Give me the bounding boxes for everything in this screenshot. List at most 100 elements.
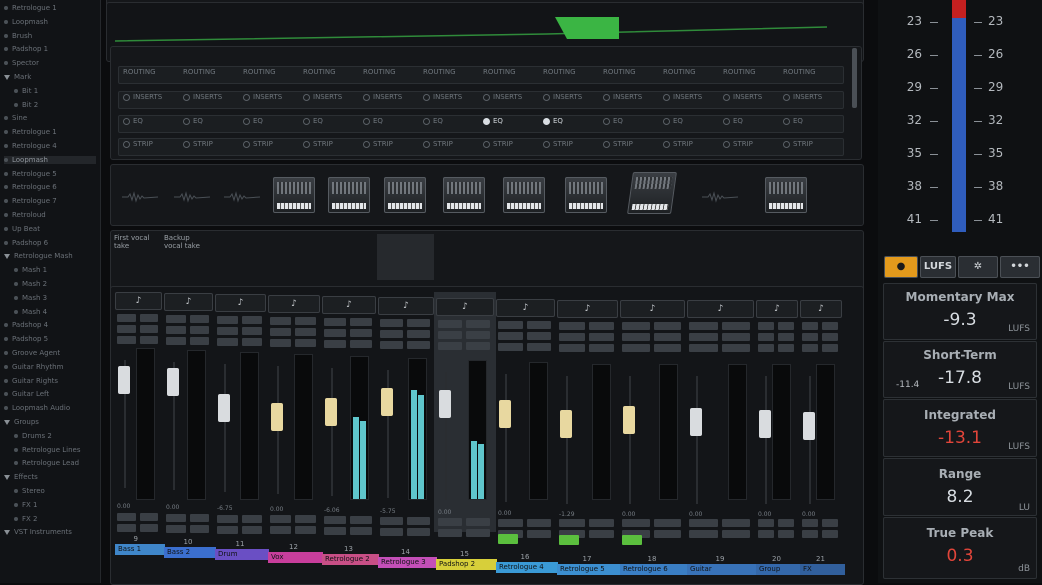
enable-radio-icon[interactable] [603, 117, 610, 125]
channel-button[interactable] [380, 319, 403, 327]
channel-color-name[interactable]: Vox [268, 551, 323, 563]
tree-item[interactable]: Retrologue 1 [4, 4, 57, 12]
tree-item[interactable]: Effects [4, 473, 38, 481]
strip-cell[interactable]: STRIP [363, 140, 393, 148]
expand-triangle-icon[interactable] [4, 419, 10, 425]
enable-radio-icon[interactable] [603, 93, 610, 101]
channel-button[interactable] [822, 530, 838, 539]
enable-radio-icon[interactable] [723, 93, 730, 101]
rack-scrollbar[interactable] [852, 48, 857, 108]
channel-button[interactable] [407, 341, 430, 349]
channel-button[interactable] [802, 519, 818, 528]
inserts-cell[interactable]: INSERTS [603, 93, 642, 101]
channel-button[interactable] [653, 322, 681, 330]
enable-radio-icon[interactable] [663, 140, 670, 148]
channel-button[interactable] [802, 333, 818, 341]
strip-cell[interactable]: STRIP [123, 140, 153, 148]
channel-button[interactable] [498, 343, 523, 351]
inserts-cell[interactable]: INSERTS [663, 93, 702, 101]
tree-item[interactable]: Retrologue 5 [4, 170, 57, 178]
channel-button[interactable] [189, 524, 209, 533]
channel-button[interactable] [466, 342, 490, 350]
tree-item[interactable]: FX 2 [14, 515, 38, 523]
eq-cell[interactable]: EQ [603, 117, 623, 125]
enable-radio-icon[interactable] [363, 93, 370, 101]
channel-button[interactable] [380, 517, 403, 525]
strip-cell[interactable]: STRIP [183, 140, 213, 148]
channel-button[interactable] [778, 322, 794, 330]
channel-button[interactable] [295, 339, 316, 347]
channel-button[interactable] [241, 316, 262, 324]
enable-radio-icon[interactable] [243, 93, 250, 101]
channel-color-name[interactable]: Retrologue 2 [322, 554, 379, 565]
volume-fader[interactable] [803, 412, 815, 440]
inserts-cell[interactable]: INSERTS [543, 93, 582, 101]
channel-button[interactable] [117, 513, 136, 521]
tree-item[interactable]: Padshop 5 [4, 335, 48, 343]
enable-radio-icon[interactable] [543, 117, 550, 125]
notepad-text[interactable]: Backup vocal take [164, 234, 208, 250]
tree-item[interactable]: Retrologue 6 [4, 183, 57, 191]
tree-item[interactable]: Bit 1 [14, 87, 38, 95]
channel-button[interactable] [139, 524, 158, 532]
expand-triangle-icon[interactable] [4, 529, 10, 535]
channel-button[interactable] [526, 332, 551, 340]
enable-radio-icon[interactable] [183, 117, 190, 125]
channel-color-name[interactable]: Guitar [687, 564, 757, 575]
strip-cell[interactable]: STRIP [303, 140, 333, 148]
channel-button[interactable] [189, 326, 209, 334]
channel-button[interactable] [689, 333, 718, 341]
channel-button[interactable] [526, 529, 551, 538]
channel-color-name[interactable]: Group [756, 564, 801, 575]
channel-button[interactable] [653, 333, 681, 341]
channel-button[interactable] [139, 336, 158, 344]
channel-button[interactable] [189, 337, 209, 345]
volume-fader[interactable] [118, 366, 130, 394]
channel-button[interactable] [166, 513, 186, 522]
eq-cell[interactable]: EQ [423, 117, 443, 125]
channel-button[interactable] [559, 333, 585, 341]
channel-button[interactable] [802, 322, 818, 330]
synth-plugin-icon[interactable] [273, 177, 315, 213]
enable-radio-icon[interactable] [303, 117, 310, 125]
volume-fader[interactable] [271, 403, 283, 431]
channel-button[interactable] [324, 329, 346, 337]
expand-triangle-icon[interactable] [4, 74, 10, 80]
tree-item[interactable]: Loopmash [4, 18, 48, 26]
channel-name-box[interactable]: ♪ [800, 300, 842, 318]
channel-button[interactable] [588, 519, 614, 528]
enable-radio-icon[interactable] [423, 117, 430, 125]
channel-button[interactable] [270, 526, 291, 535]
channel-button[interactable] [295, 317, 316, 325]
tree-item[interactable]: Mash 1 [14, 266, 47, 274]
channel-color-name[interactable]: Retrologue 3 [378, 556, 437, 568]
tree-item[interactable]: Padshop 1 [4, 45, 48, 53]
channel-name-box[interactable]: ♪ [620, 300, 685, 318]
channel-color-name[interactable]: FX [800, 564, 845, 575]
channel-button[interactable] [438, 331, 462, 339]
channel-color-name[interactable]: Retrologue 6 [620, 564, 688, 575]
synth-plugin-icon[interactable] [384, 177, 426, 213]
channel-button[interactable] [438, 528, 462, 537]
channel-button[interactable] [380, 330, 403, 338]
channel-button[interactable] [117, 325, 136, 333]
enable-radio-icon[interactable] [123, 140, 130, 148]
channel-button[interactable] [295, 515, 316, 524]
volume-fader[interactable] [439, 390, 451, 418]
channel-button[interactable] [139, 513, 158, 521]
channel-button[interactable] [689, 530, 718, 539]
tree-item[interactable]: VST Instruments [4, 528, 72, 536]
channel-button[interactable] [270, 317, 291, 325]
routing-cell[interactable]: ROUTING [483, 68, 516, 76]
routing-cell[interactable]: ROUTING [603, 68, 636, 76]
channel-button[interactable] [466, 517, 490, 526]
channel-button[interactable] [526, 343, 551, 351]
enable-radio-icon[interactable] [483, 140, 490, 148]
tree-item[interactable]: Padshop 6 [4, 239, 48, 247]
routing-cell[interactable]: ROUTING [723, 68, 756, 76]
channel-button[interactable] [622, 322, 650, 330]
channel-button[interactable] [802, 530, 818, 539]
channel-button[interactable] [380, 528, 403, 536]
synth-plugin-icon[interactable] [627, 172, 677, 214]
synth-plugin-icon[interactable] [765, 177, 807, 213]
